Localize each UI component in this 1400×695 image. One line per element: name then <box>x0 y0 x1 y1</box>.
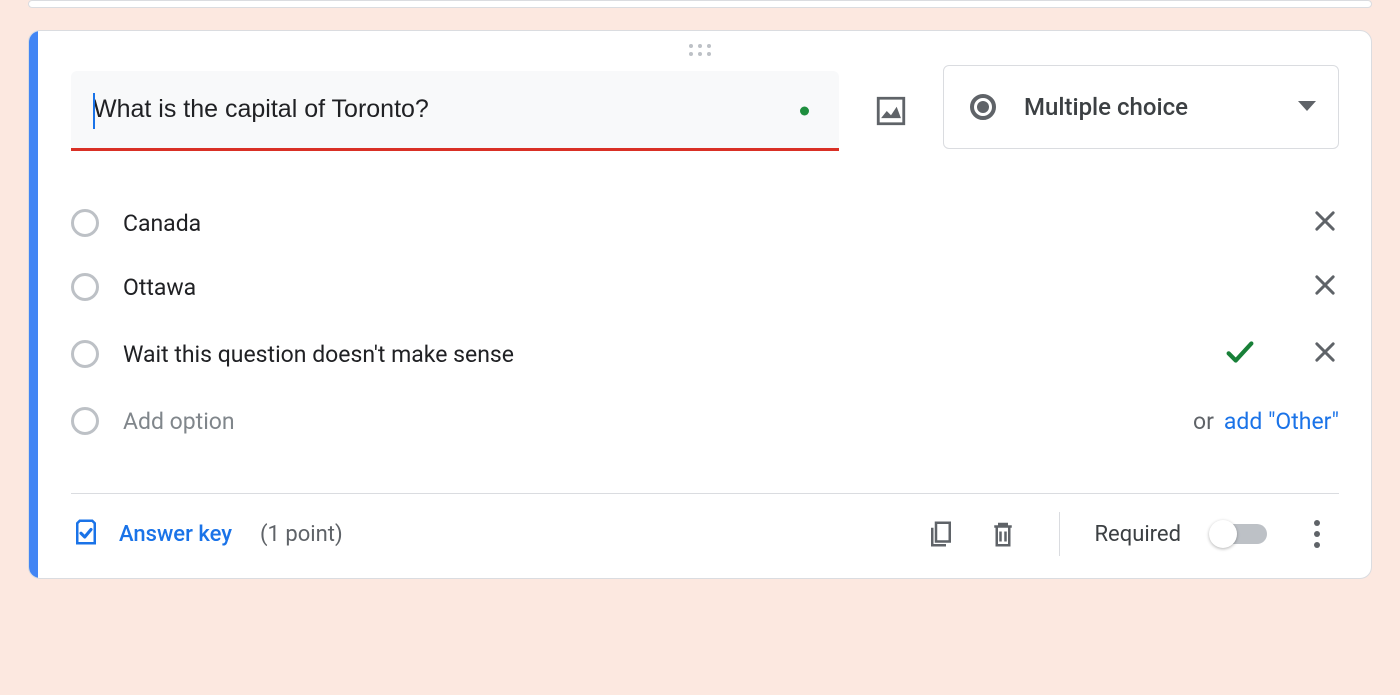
question-title-input[interactable] <box>71 71 839 148</box>
question-card: Multiple choice Canada Ottawa <box>28 30 1372 579</box>
radio-button-icon <box>970 94 996 120</box>
more-options-button[interactable] <box>1295 519 1339 549</box>
remove-option-button[interactable] <box>1311 207 1339 239</box>
previous-card-bottom <box>28 0 1372 8</box>
or-text: or <box>1193 408 1214 435</box>
more-vertical-icon <box>1313 519 1321 549</box>
close-icon <box>1311 338 1339 366</box>
option-label[interactable]: Ottawa <box>123 274 1311 301</box>
suggestion-indicator-icon <box>800 107 809 116</box>
remove-option-button[interactable] <box>1311 338 1339 370</box>
add-option-placeholder[interactable]: Add option <box>123 408 1183 435</box>
radio-outline-icon[interactable] <box>71 273 99 301</box>
question-error-underline <box>71 148 839 151</box>
card-footer: Answer key (1 point) Required <box>71 494 1339 578</box>
radio-outline-icon[interactable] <box>71 209 99 237</box>
option-row: Wait this question doesn't make sense <box>71 319 1339 389</box>
correct-answer-icon <box>1223 335 1257 373</box>
drag-handle-icon[interactable] <box>688 43 712 57</box>
radio-outline-icon <box>71 407 99 435</box>
radio-outline-icon[interactable] <box>71 340 99 368</box>
option-label[interactable]: Canada <box>123 210 1311 237</box>
delete-button[interactable] <box>981 519 1025 549</box>
points-label: (1 point) <box>260 522 343 547</box>
answer-key-button[interactable]: Answer key <box>71 517 232 551</box>
options-list: Canada Ottawa Wait this question doesn't… <box>71 191 1339 453</box>
trash-icon <box>988 519 1018 549</box>
copy-icon <box>926 519 956 549</box>
question-input-wrap <box>71 71 839 151</box>
option-row: Canada <box>71 191 1339 255</box>
answer-key-icon <box>71 517 101 551</box>
vertical-divider <box>1059 512 1060 556</box>
add-image-button[interactable] <box>867 87 915 135</box>
required-label: Required <box>1094 522 1181 547</box>
active-card-accent <box>29 31 38 578</box>
add-option-row: Add option or add "Other" <box>71 389 1339 453</box>
answer-key-label: Answer key <box>119 522 232 547</box>
question-header-row: Multiple choice <box>71 71 1339 151</box>
text-cursor <box>93 93 95 129</box>
duplicate-button[interactable] <box>919 519 963 549</box>
option-row: Ottawa <box>71 255 1339 319</box>
image-icon <box>874 94 908 128</box>
add-other-button[interactable]: add "Other" <box>1224 408 1339 435</box>
question-type-label: Multiple choice <box>1024 93 1298 121</box>
option-label[interactable]: Wait this question doesn't make sense <box>123 341 1223 368</box>
remove-option-button[interactable] <box>1311 271 1339 303</box>
required-toggle[interactable] <box>1211 524 1267 544</box>
question-type-dropdown[interactable]: Multiple choice <box>943 65 1339 149</box>
chevron-down-icon <box>1298 98 1316 117</box>
close-icon <box>1311 207 1339 235</box>
close-icon <box>1311 271 1339 299</box>
